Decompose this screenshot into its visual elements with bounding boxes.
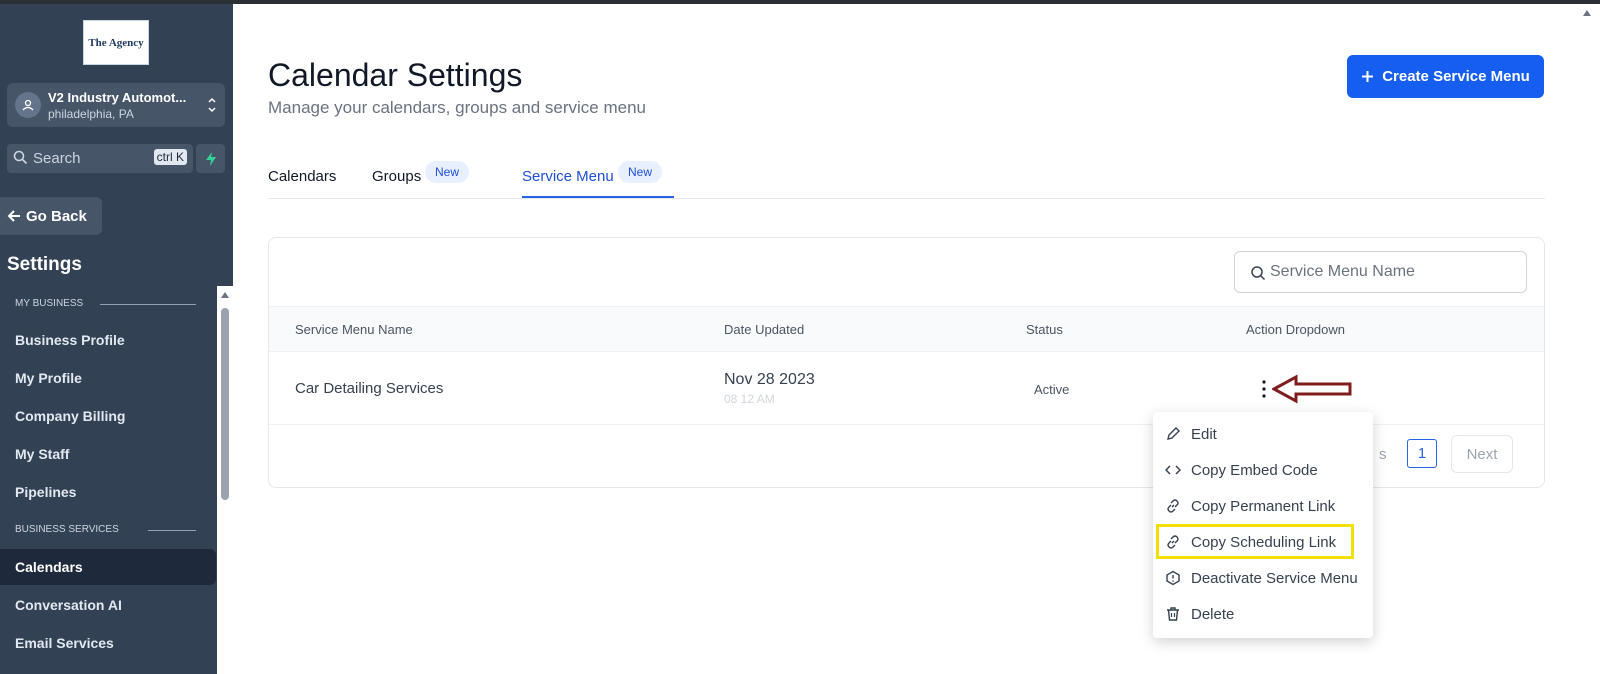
- service-menu-name[interactable]: Car Detailing Services: [295, 380, 443, 397]
- column-header-status[interactable]: Status: [1026, 322, 1063, 337]
- quick-actions-button[interactable]: [196, 144, 225, 173]
- status-text: Active: [1034, 382, 1070, 397]
- section-label-my-business: MY BUSINESS: [15, 298, 84, 309]
- service-menu-search-placeholder: Service Menu Name: [1270, 263, 1415, 280]
- agency-logo[interactable]: The Agency: [83, 20, 149, 65]
- date-updated: Nov 28 2023: [724, 371, 815, 388]
- logo-text: The Agency: [88, 36, 144, 49]
- account-name: V2 Industry Automot...: [48, 90, 187, 105]
- account-switcher[interactable]: V2 Industry Automot... philadelphia, PA: [7, 83, 225, 127]
- tab-calendars[interactable]: Calendars: [268, 168, 336, 185]
- table-header: Service Menu Name Date Updated Status Ac…: [269, 306, 1544, 352]
- sidebar-item-my-profile[interactable]: My Profile: [0, 360, 216, 396]
- column-header-date[interactable]: Date Updated: [724, 322, 804, 337]
- create-service-menu-button[interactable]: Create Service Menu: [1347, 55, 1544, 98]
- section-divider: [148, 530, 196, 531]
- sidebar-item-conversation-ai[interactable]: Conversation AI: [0, 587, 216, 623]
- menu-item-copy-permanent-link[interactable]: Copy Permanent Link: [1153, 488, 1373, 524]
- search-icon: [1251, 266, 1266, 281]
- location-pin-icon: [15, 92, 41, 118]
- sidebar-item-company-billing[interactable]: Company Billing: [0, 398, 216, 434]
- scroll-up-icon[interactable]: [221, 292, 229, 298]
- menu-item-delete[interactable]: Delete: [1153, 596, 1373, 632]
- service-menu-search-input[interactable]: Service Menu Name: [1234, 251, 1527, 293]
- tab-service-menu[interactable]: Service Menu: [522, 168, 614, 185]
- tab-bar: Calendars Groups New Service Menu New: [268, 155, 1545, 199]
- lightning-icon: [205, 151, 216, 166]
- menu-item-label: Deactivate Service Menu: [1191, 569, 1358, 587]
- menu-item-deactivate-service-menu[interactable]: Deactivate Service Menu: [1153, 560, 1373, 596]
- new-badge: New: [618, 161, 663, 183]
- pagination-prev-label: s: [1379, 446, 1387, 463]
- alert-octagon-icon: [1166, 570, 1180, 586]
- kebab-menu-icon[interactable]: [1259, 378, 1269, 400]
- link-icon: [1167, 499, 1179, 513]
- trash-icon: [1167, 607, 1179, 621]
- account-location: philadelphia, PA: [48, 107, 134, 121]
- search-shortcut: ctrl K: [153, 149, 187, 165]
- annotation-arrow-icon: [1272, 374, 1352, 404]
- menu-item-edit[interactable]: Edit: [1153, 416, 1373, 452]
- menu-item-label: Copy Embed Code: [1191, 461, 1318, 479]
- search-placeholder: Search: [33, 150, 81, 167]
- page-title: Calendar Settings: [268, 57, 523, 93]
- pagination-page-1[interactable]: 1: [1407, 439, 1437, 468]
- sidebar-item-business-profile[interactable]: Business Profile: [0, 322, 216, 358]
- go-back-button[interactable]: Go Back: [0, 197, 102, 235]
- new-badge: New: [425, 161, 470, 183]
- pagination-next-button[interactable]: Next: [1451, 435, 1513, 473]
- window-top-bar: [0, 0, 1600, 4]
- settings-title: Settings: [7, 254, 82, 275]
- sidebar: The Agency V2 Industry Automot... philad…: [0, 4, 233, 674]
- menu-item-label: Copy Permanent Link: [1191, 497, 1336, 515]
- section-label-business-services: BUSINESS SERVICES: [15, 524, 119, 535]
- menu-item-label: Edit: [1191, 425, 1217, 443]
- code-icon: [1165, 465, 1181, 475]
- sidebar-item-calendars[interactable]: Calendars: [0, 549, 216, 585]
- scrollbar-thumb[interactable]: [221, 308, 229, 500]
- column-header-name[interactable]: Service Menu Name: [295, 322, 413, 337]
- highlight-box: [1156, 524, 1354, 559]
- pencil-icon: [1167, 427, 1180, 440]
- action-dropdown-menu: Edit Copy Embed Code Copy Permanent Link…: [1153, 412, 1373, 638]
- sidebar-item-email-services[interactable]: Email Services: [0, 625, 216, 661]
- search-icon: [13, 150, 28, 165]
- chevron-updown-icon: [208, 97, 216, 113]
- sidebar-scrollbar[interactable]: [217, 286, 233, 674]
- column-header-action: Action Dropdown: [1246, 322, 1345, 337]
- sidebar-item-my-staff[interactable]: My Staff: [0, 436, 216, 472]
- arrow-left-icon: [7, 210, 20, 222]
- menu-item-copy-embed-code[interactable]: Copy Embed Code: [1153, 452, 1373, 488]
- sidebar-search[interactable]: Search ctrl K: [7, 144, 193, 173]
- create-button-label: Create Service Menu: [1382, 68, 1530, 85]
- plus-icon: [1362, 71, 1374, 82]
- page-subtitle: Manage your calendars, groups and servic…: [268, 98, 646, 117]
- section-divider: [100, 304, 196, 305]
- tab-groups[interactable]: Groups: [372, 168, 421, 185]
- sidebar-item-pipelines[interactable]: Pipelines: [0, 474, 216, 510]
- window-scroll-up-icon[interactable]: [1583, 10, 1591, 16]
- menu-item-label: Delete: [1191, 605, 1235, 623]
- active-tab-indicator: [522, 196, 674, 198]
- go-back-label: Go Back: [26, 207, 87, 225]
- time-updated: 08 12 AM: [724, 392, 775, 406]
